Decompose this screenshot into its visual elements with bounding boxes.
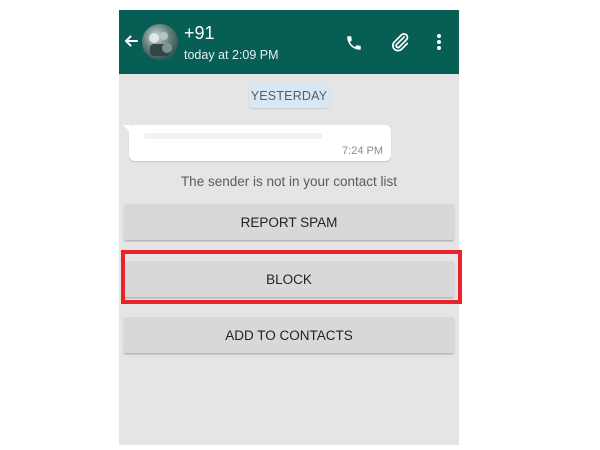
last-seen-status: today at 2:09 PM [184,48,279,62]
avatar[interactable] [142,24,178,60]
block-button[interactable]: BLOCK [124,261,454,297]
incoming-message[interactable]: 7:24 PM [123,125,391,161]
add-to-contacts-button[interactable]: ADD TO CONTACTS [124,317,454,353]
report-spam-button[interactable]: REPORT SPAM [124,204,454,240]
chat-header: +91 today at 2:09 PM [119,10,459,74]
phone-icon[interactable] [345,34,363,52]
redacted-message-text [143,133,323,139]
paperclip-icon[interactable] [389,31,411,53]
message-timestamp: 7:24 PM [342,145,383,157]
unknown-sender-notice: The sender is not in your contact list [180,174,398,189]
more-vert-icon[interactable] [434,32,444,52]
contact-name[interactable]: +91 [184,23,215,43]
arrow-left-icon[interactable] [123,32,139,50]
date-divider: YESTERDAY [249,84,329,108]
chat-screen: +91 today at 2:09 PM YESTERDAY 7:24 PM T… [119,10,459,445]
